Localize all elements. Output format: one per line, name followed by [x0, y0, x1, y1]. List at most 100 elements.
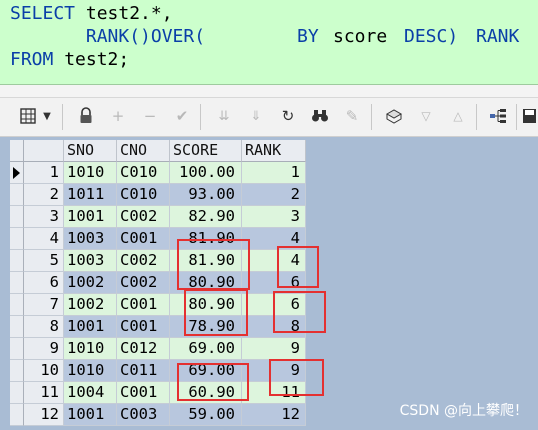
- row-number: 5: [24, 250, 64, 272]
- cell-rank[interactable]: 9: [242, 338, 306, 360]
- cell-score[interactable]: 69.00: [170, 338, 242, 360]
- cell-cno[interactable]: C011: [117, 360, 170, 382]
- clear-icon[interactable]: ✎: [340, 104, 364, 128]
- cell-score[interactable]: 59.00: [170, 404, 242, 426]
- lock-icon[interactable]: [74, 104, 98, 128]
- row-indicator[interactable]: [10, 404, 24, 426]
- cell-sno[interactable]: 1001: [64, 404, 117, 426]
- cell-score[interactable]: 82.90: [170, 206, 242, 228]
- cell-cno[interactable]: C001: [117, 382, 170, 404]
- row-indicator[interactable]: [10, 272, 24, 294]
- dropdown-icon[interactable]: ▼: [40, 104, 54, 128]
- column-header-sno[interactable]: SNO: [64, 140, 117, 162]
- sql-text: test2.*,: [75, 3, 173, 24]
- row-indicator[interactable]: [10, 360, 24, 382]
- cell-cno[interactable]: C001: [117, 316, 170, 338]
- cell-rank[interactable]: 12: [242, 404, 306, 426]
- row-number: 8: [24, 316, 64, 338]
- column-header-score[interactable]: SCORE: [170, 140, 242, 162]
- row-indicator[interactable]: [10, 206, 24, 228]
- highlight-box: [177, 363, 249, 401]
- cell-score[interactable]: 100.00: [170, 162, 242, 184]
- cell-rank[interactable]: 1: [242, 162, 306, 184]
- table-row[interactable]: 7 1002 C001 80.90 6: [10, 294, 306, 316]
- cell-sno[interactable]: 1003: [64, 228, 117, 250]
- remove-icon[interactable]: −: [138, 104, 162, 128]
- sql-editor[interactable]: SELECT test2.*, RANK()OVER(BY score DESC) R…: [0, 0, 538, 85]
- save-icon[interactable]: [522, 104, 538, 128]
- watermark: CSDN @向上攀爬！: [399, 403, 528, 419]
- refresh-icon[interactable]: ↻: [276, 104, 300, 128]
- filter-down-icon[interactable]: ⇊: [212, 104, 236, 128]
- row-number: 11: [24, 382, 64, 404]
- table-row[interactable]: 9 1010 C012 69.00 9: [10, 338, 306, 360]
- table-row[interactable]: 2 1011 C010 93.00 2: [10, 184, 306, 206]
- filter-all-icon[interactable]: ⇓: [244, 104, 268, 128]
- row-number: 7: [24, 294, 64, 316]
- cell-cno[interactable]: C012: [117, 338, 170, 360]
- result-grid: SNO CNO SCORE RANK 1 1010 C010 100.00 1 2 1011…: [10, 140, 306, 426]
- cell-sno[interactable]: 1010: [64, 162, 117, 184]
- cell-rank[interactable]: 2: [242, 184, 306, 206]
- row-indicator[interactable]: [10, 162, 24, 184]
- cell-sno[interactable]: 1002: [64, 294, 117, 316]
- cell-sno[interactable]: 1010: [64, 360, 117, 382]
- cell-cno[interactable]: C010: [117, 184, 170, 206]
- column-header-cno[interactable]: CNO: [117, 140, 170, 162]
- cell-cno[interactable]: C001: [117, 294, 170, 316]
- cell-cno[interactable]: C003: [117, 404, 170, 426]
- cell-sno[interactable]: 1010: [64, 338, 117, 360]
- table-row[interactable]: 8 1001 C001 78.90 8: [10, 316, 306, 338]
- binoculars-icon[interactable]: [308, 104, 332, 128]
- sql-keyword: SELECT: [10, 3, 76, 24]
- row-indicator[interactable]: [10, 184, 24, 206]
- table-row[interactable]: 11 1004 C001 60.90 11: [10, 382, 306, 404]
- row-indicator[interactable]: [10, 338, 24, 360]
- header-corner: [10, 140, 24, 162]
- splitter[interactable]: [0, 85, 538, 98]
- column-header-rank[interactable]: RANK: [242, 140, 306, 162]
- check-icon[interactable]: ✔: [170, 104, 194, 128]
- row-indicator[interactable]: [10, 228, 24, 250]
- row-number: 2: [24, 184, 64, 206]
- cell-cno[interactable]: C002: [117, 272, 170, 294]
- cell-score[interactable]: 93.00: [170, 184, 242, 206]
- arrow-up-icon[interactable]: △: [446, 104, 470, 128]
- table-row[interactable]: 1 1010 C010 100.00 1: [10, 162, 306, 184]
- header-rownum: [24, 140, 64, 162]
- cell-cno[interactable]: C002: [117, 206, 170, 228]
- row-indicator[interactable]: [10, 294, 24, 316]
- grid-icon[interactable]: [16, 104, 40, 128]
- table-row[interactable]: 10 1010 C011 69.00 9: [10, 360, 306, 382]
- sql-keyword: FROM: [10, 49, 54, 70]
- add-icon[interactable]: +: [106, 104, 130, 128]
- cell-sno[interactable]: 1001: [64, 206, 117, 228]
- cell-sno[interactable]: 1011: [64, 184, 117, 206]
- cell-sno[interactable]: 1002: [64, 272, 117, 294]
- table-row[interactable]: 12 1001 C003 59.00 12: [10, 404, 306, 426]
- cell-cno[interactable]: C010: [117, 162, 170, 184]
- cell-sno[interactable]: 1001: [64, 316, 117, 338]
- print-icon[interactable]: [382, 104, 406, 128]
- grid-body: 1 1010 C010 100.00 1 2 1011 C010 93.00 2 3 1001 C002…: [10, 162, 306, 426]
- grid-header: SNO CNO SCORE RANK: [10, 140, 306, 162]
- sql-line-3: FROM test2;: [10, 49, 129, 71]
- table-row[interactable]: 5 1003 C002 81.90 4: [10, 250, 306, 272]
- row-indicator[interactable]: [10, 250, 24, 272]
- cell-sno[interactable]: 1003: [64, 250, 117, 272]
- row-number: 3: [24, 206, 64, 228]
- table-row[interactable]: 3 1001 C002 82.90 3: [10, 206, 306, 228]
- cell-sno[interactable]: 1004: [64, 382, 117, 404]
- table-row[interactable]: 4 1003 C001 81.90 4: [10, 228, 306, 250]
- row-indicator[interactable]: [10, 382, 24, 404]
- cell-cno[interactable]: C001: [117, 228, 170, 250]
- highlight-box: [269, 359, 324, 396]
- cell-rank[interactable]: 3: [242, 206, 306, 228]
- table-row[interactable]: 6 1002 C002 80.90 6: [10, 272, 306, 294]
- tree-icon[interactable]: [486, 104, 510, 128]
- row-indicator[interactable]: [10, 316, 24, 338]
- toolbar: ▼ + − ✔ ⇊ ⇓ ↻ ✎ ▽ △: [0, 98, 538, 137]
- highlight-box: [177, 239, 250, 290]
- cell-cno[interactable]: C002: [117, 250, 170, 272]
- arrow-down-icon[interactable]: ▽: [414, 104, 438, 128]
